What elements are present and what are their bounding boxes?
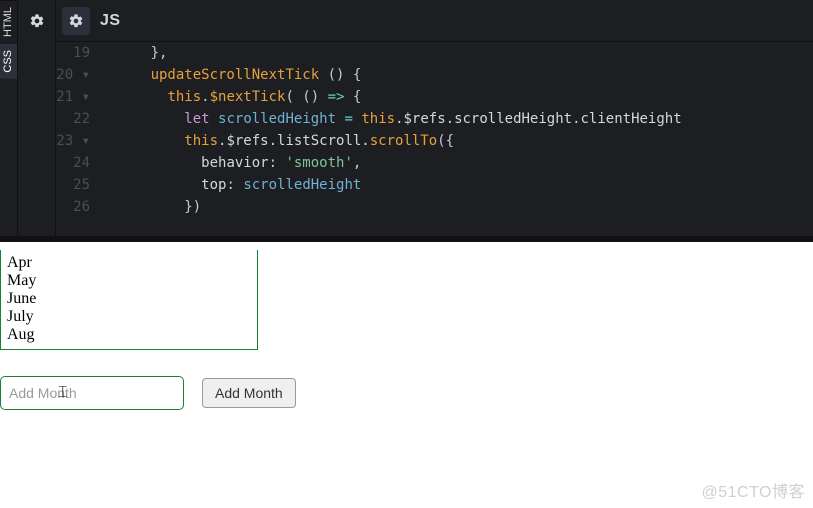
code-line[interactable]: top: scrolledHeight — [100, 174, 813, 196]
code-body[interactable]: 19 20 ▾ 21 ▾ 22 23 ▾ 24 25 26 }, updateS… — [56, 42, 813, 236]
line-number: 21 ▾ — [56, 86, 90, 108]
list-item: June — [7, 290, 257, 308]
line-number: 22 — [56, 108, 90, 130]
preview-pane: Feb Apr May June July Aug Add Month ⌶ @5… — [0, 236, 813, 508]
line-number: 26 — [56, 196, 90, 218]
list-item: Apr — [7, 254, 257, 272]
gear-icon — [29, 13, 45, 29]
line-number: 19 — [56, 42, 90, 64]
code-line[interactable]: this.$nextTick( () => { — [100, 86, 813, 108]
code-line[interactable]: }, — [100, 42, 813, 64]
list-item: Aug — [7, 326, 257, 344]
line-number: 24 — [56, 152, 90, 174]
line-number: 25 — [56, 174, 90, 196]
line-number: 23 ▾ — [56, 130, 90, 152]
code-editor-panel: HTML CSS JS 19 20 ▾ 21 ▾ 22 23 ▾ 24 25 2… — [0, 0, 813, 236]
input-row: Add Month — [0, 376, 296, 410]
code-lines[interactable]: }, updateScrollNextTick () { this.$nextT… — [100, 42, 813, 236]
code-line[interactable]: let scrolledHeight = this.$refs.scrolled… — [100, 108, 813, 130]
code-line[interactable]: this.$refs.listScroll.scrollTo({ — [100, 130, 813, 152]
editor-tab-header: JS — [56, 0, 813, 42]
code-line[interactable]: behavior: 'smooth', — [100, 152, 813, 174]
vertical-tab-strip: HTML CSS — [0, 0, 18, 236]
panel-strip — [18, 0, 56, 236]
list-item: May — [7, 272, 257, 290]
month-list[interactable]: Feb Apr May June July Aug — [0, 250, 258, 350]
settings-button-secondary[interactable] — [18, 0, 56, 42]
tab-html[interactable]: HTML — [0, 0, 17, 43]
settings-button[interactable] — [62, 7, 90, 35]
add-month-button[interactable]: Add Month — [202, 378, 296, 408]
js-editor-panel: JS 19 20 ▾ 21 ▾ 22 23 ▾ 24 25 26 }, upda… — [56, 0, 813, 236]
code-line[interactable]: updateScrollNextTick () { — [100, 64, 813, 86]
watermark: @51CTO博客 — [701, 478, 805, 502]
line-number: 20 ▾ — [56, 64, 90, 86]
divider — [0, 236, 813, 242]
code-line[interactable]: }) — [100, 196, 813, 218]
gear-icon — [68, 13, 84, 29]
list-item: July — [7, 308, 257, 326]
line-number-gutter: 19 20 ▾ 21 ▾ 22 23 ▾ 24 25 26 — [56, 42, 100, 236]
add-month-input[interactable] — [0, 376, 184, 410]
editor-tab-label: JS — [100, 12, 121, 30]
tab-css[interactable]: CSS — [0, 43, 17, 79]
